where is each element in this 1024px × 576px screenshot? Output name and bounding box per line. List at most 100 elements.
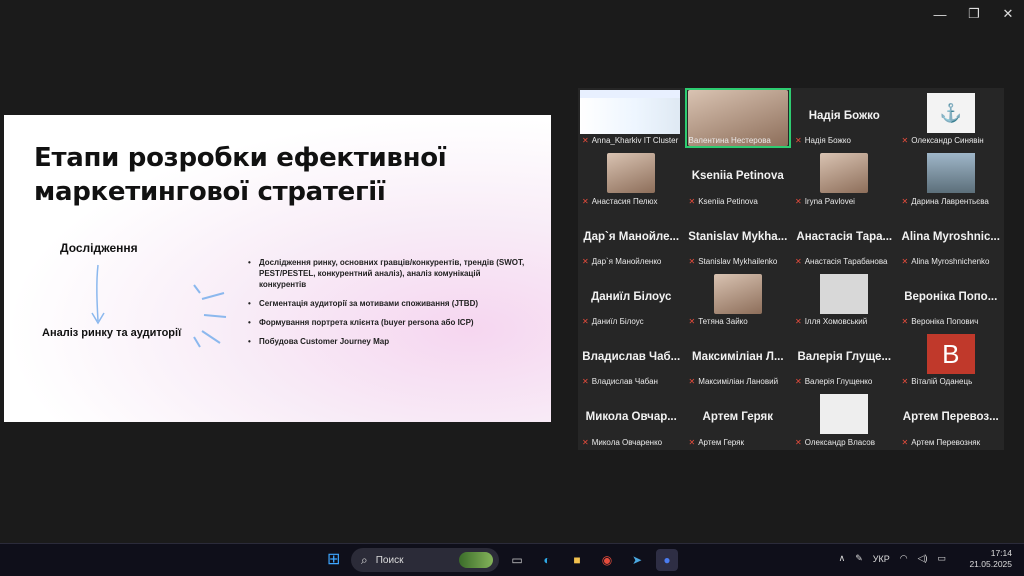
mic-muted-icon: ✕ (901, 256, 909, 266)
participant-tile[interactable]: Даниїл Білоус ✕ Даниїл Білоус (578, 268, 685, 330)
participant-display-name: Stanislav Mykha... (688, 230, 788, 243)
participant-tile[interactable]: Дар`я Манойле... ✕ Дар`я Манойленко (578, 208, 685, 269)
minimize-icon[interactable]: — (932, 6, 948, 22)
participant-name: Анастасія Тарабанова (804, 256, 888, 266)
search-highlight-image (459, 552, 493, 568)
chrome-icon[interactable]: ◉ (596, 549, 618, 571)
restore-icon[interactable]: ❐ (966, 6, 982, 22)
participant-tile[interactable]: ✕ Iryna Pavlovei (791, 148, 898, 209)
participant-display-name: Вероніка Попо... (904, 290, 998, 303)
close-icon[interactable]: ✕ (1000, 6, 1016, 22)
participant-tile[interactable]: Максиміліан Л... ✕ Максиміліан Лановий (684, 329, 791, 390)
participant-name: Ілля Хомовський (804, 317, 868, 327)
shared-screen-thumbnail (580, 90, 680, 134)
pen-icon[interactable]: ✎ (855, 553, 863, 564)
participant-tile[interactable]: Alina Myroshnic... ✕ Alina Myroshnichenko (897, 208, 1004, 269)
mic-muted-icon: ✕ (688, 256, 696, 266)
participant-name: Артем Перевозняк (911, 437, 981, 447)
window-controls: — ❐ ✕ (932, 6, 1016, 22)
participant-tile-active-speaker[interactable]: Валентина Нестерова (684, 88, 791, 149)
participant-display-name: Артем Перевоз... (902, 411, 999, 424)
windows-start-icon[interactable]: ⊞ (327, 552, 343, 568)
participant-name: Stanislav Mykhailenko (698, 256, 778, 266)
anchor-crest-icon: ⚓ (926, 93, 975, 133)
volume-icon[interactable]: ◁) (918, 553, 928, 564)
mic-muted-icon: ✕ (582, 377, 589, 387)
participant-tile[interactable]: ✕ Дарина Лаврентьєва (897, 148, 1004, 209)
mic-muted-icon: ✕ (582, 437, 589, 447)
participant-display-name: Надія Божко (808, 110, 880, 122)
participant-tile[interactable]: Микола Овчар... ✕ Микола Овчаренко (578, 389, 685, 450)
participant-tile[interactable]: Надія Божко ✕ Надія Божко (791, 88, 898, 149)
participant-avatar (926, 153, 975, 194)
participant-name: Iryna Pavlovei (804, 196, 855, 206)
participant-display-name: Артем Геряк (702, 411, 773, 424)
participant-name: Артем Геряк (698, 437, 744, 447)
chevron-up-icon[interactable]: ∧ (839, 553, 846, 564)
clock[interactable]: 17:14 21.05.2025 (969, 548, 1012, 570)
bullet-item: Побудова Customer Journey Map (247, 336, 527, 347)
telegram-icon[interactable]: ➤ (626, 549, 648, 571)
participant-tile[interactable]: ✕ Анастасия Пелюх (578, 148, 685, 209)
participant-avatar (607, 153, 656, 194)
mic-muted-icon: ✕ (582, 196, 589, 206)
participant-tile[interactable]: Артем Перевоз... ✕ Артем Перевозняк (897, 389, 1004, 450)
participant-tile[interactable]: Валерія Глуще... ✕ Валерія Глущенко (791, 329, 898, 390)
participant-display-name: Alina Myroshnic... (901, 230, 1000, 243)
participant-name: Надія Божко (804, 136, 851, 146)
participant-tile[interactable]: ✕ Anna_Kharkiv IT Cluster (578, 88, 685, 149)
zoom-app-icon[interactable]: ● (656, 549, 678, 571)
participant-tile[interactable]: ✕ Тетяна Зайко (684, 268, 791, 330)
participant-name: Віталій Оданець (911, 377, 973, 387)
bullet-item: Формування портрета клієнта (buyer perso… (247, 317, 527, 328)
participant-tile[interactable]: Kseniia Petinova ✕ Kseniia Petinova (684, 148, 791, 209)
participant-display-name: Даниїл Білоус (591, 290, 672, 303)
clock-time: 17:14 (990, 548, 1012, 558)
participant-name: Анастасия Пелюх (591, 196, 658, 206)
participant-tile[interactable]: Анастасія Тара... ✕ Анастасія Тарабанова (791, 208, 898, 269)
task-view-icon[interactable]: ▭ (506, 549, 528, 571)
bullet-item: Дослідження ринку, основних гравців/конк… (247, 257, 527, 290)
stage-research-label: Дослідження (60, 241, 138, 255)
participant-tile[interactable]: Stanislav Mykha... ✕ Stanislav Mykhailenk… (684, 208, 791, 269)
file-explorer-icon[interactable]: ■ (566, 549, 588, 571)
mic-muted-icon: ✕ (795, 136, 802, 146)
participant-avatar (713, 273, 762, 314)
participant-name: Валентина Нестерова (688, 136, 771, 146)
participant-tile[interactable]: ⚓ ✕ Олександр Синявін (897, 88, 1004, 149)
mic-muted-icon: ✕ (795, 256, 802, 266)
participant-tile[interactable]: Владислав Чаб... ✕ Владислав Чабан (578, 329, 685, 390)
participant-tile[interactable]: ✕ Ілля Хомовський (791, 268, 898, 330)
taskbar-search[interactable]: ⌕ Поиск (351, 548, 499, 572)
participant-tile[interactable]: ✕ Олександр Власов (791, 389, 898, 450)
bullet-item: Сегментація аудиторії за мотивами спожив… (247, 298, 527, 309)
battery-icon[interactable]: ▭ (937, 553, 946, 564)
mic-muted-icon: ✕ (582, 136, 589, 146)
shared-slide: Етапи розробки ефективної маркетингової … (4, 115, 551, 422)
slide-title: Етапи розробки ефективної маркетингової … (34, 143, 447, 207)
wifi-icon[interactable]: ◠ (900, 553, 908, 564)
participant-tile[interactable]: В ✕ Віталій Оданець (897, 329, 1004, 390)
mic-muted-icon: ✕ (795, 196, 802, 206)
participant-name: Вероніка Попович (911, 317, 979, 327)
taskbar-apps: ▭ ◐ ■ ◉ ➤ ● (506, 549, 678, 571)
mic-muted-icon: ✕ (901, 317, 909, 327)
letter-avatar: В (926, 334, 975, 375)
participant-name: Дар`я Манойленко (591, 256, 662, 266)
participants-grid: ✕ Anna_Kharkiv IT Cluster Валентина Несте… (578, 88, 1004, 450)
language-indicator[interactable]: УКР (873, 554, 890, 564)
mic-muted-icon: ✕ (795, 317, 802, 327)
system-tray: ∧ ✎ УКР ◠ ◁) ▭ (839, 553, 946, 564)
rays-decoration-icon (193, 284, 227, 348)
mic-muted-icon: ✕ (688, 196, 696, 206)
search-placeholder: Поиск (375, 554, 404, 566)
edge-browser-icon[interactable]: ◐ (536, 549, 558, 571)
participant-tile[interactable]: Вероніка Попо... ✕ Вероніка Попович (897, 268, 1004, 330)
participant-tile[interactable]: Артем Геряк ✕ Артем Геряк (684, 389, 791, 450)
participant-name: Дарина Лаврентьєва (911, 196, 989, 206)
mic-muted-icon: ✕ (901, 437, 909, 447)
participant-name: Anna_Kharkiv IT Cluster (591, 136, 679, 146)
mic-muted-icon: ✕ (582, 317, 589, 327)
participant-name: Alina Myroshnichenko (911, 256, 990, 266)
mic-muted-icon: ✕ (688, 437, 696, 447)
